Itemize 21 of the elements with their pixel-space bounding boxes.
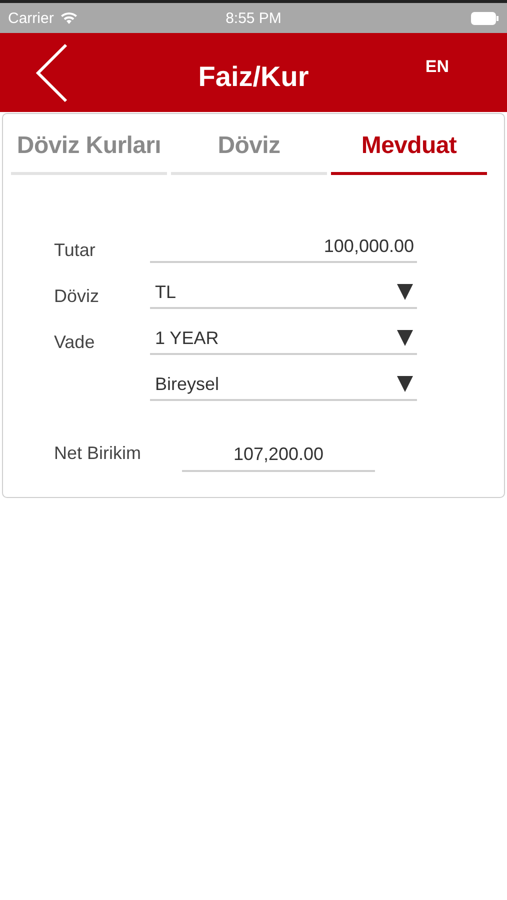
dropdown-caret-icon (396, 283, 414, 301)
tab[interactable]: Mevduat (331, 132, 487, 175)
battery-icon (471, 12, 499, 24)
dropdown-field[interactable]: TL (150, 277, 417, 309)
field-label: Tutar (54, 240, 96, 262)
field-label: Döviz (54, 286, 100, 308)
carrier-text: Carrier (8, 10, 54, 26)
language-button[interactable]: EN (425, 57, 449, 77)
wifi-icon (60, 12, 78, 24)
input-field[interactable]: 100,000.00 (150, 231, 417, 263)
result-label: Net Birikim (54, 443, 142, 464)
dropdown-caret-icon (396, 329, 414, 347)
back-button[interactable] (34, 42, 70, 102)
dropdown-field[interactable]: Bireysel (150, 369, 417, 401)
result-field: 107,200.00 (182, 444, 375, 472)
page-title: Faiz/Kur (198, 61, 309, 92)
clock-text: 8:55 PM (226, 10, 282, 26)
field-label: Vade (54, 332, 96, 354)
dropdown-caret-icon (396, 375, 414, 393)
back-chevron-icon (34, 42, 70, 102)
dropdown-field[interactable]: 1 YEAR (150, 323, 417, 355)
